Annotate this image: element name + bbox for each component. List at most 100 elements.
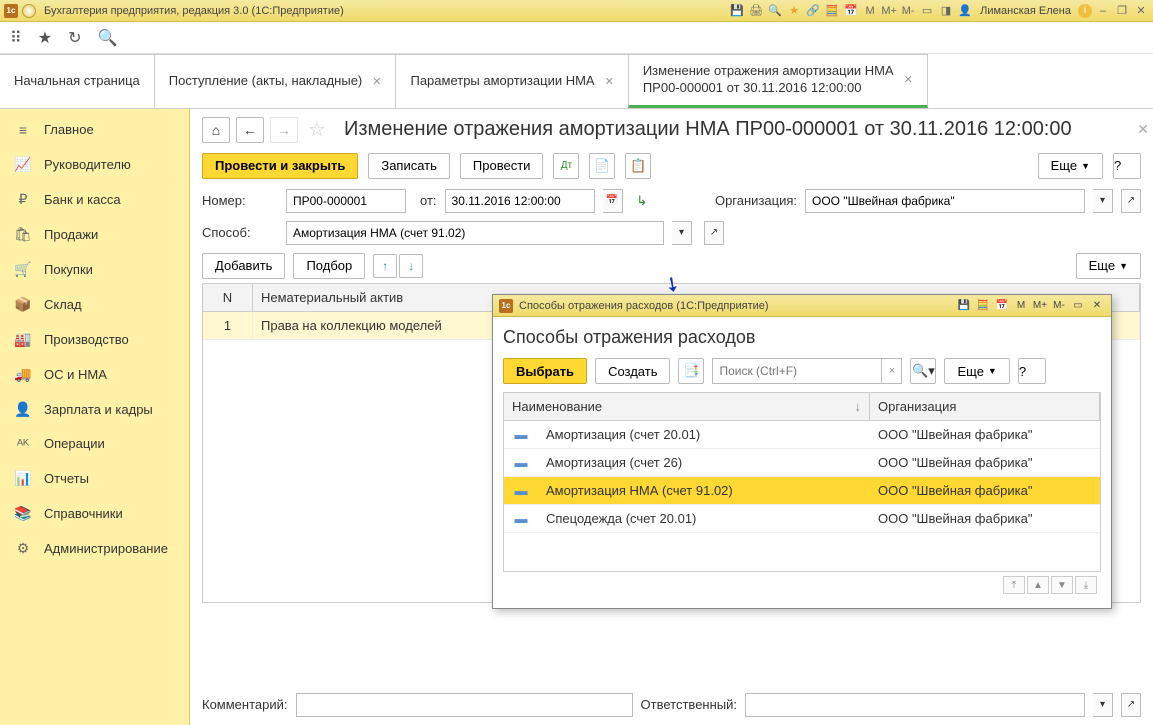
modal-help-button[interactable]: ?	[1018, 358, 1046, 384]
search-button-icon[interactable]: 🔍▾	[910, 358, 936, 384]
org-open-icon[interactable]: ↗	[1121, 189, 1141, 213]
number-input[interactable]	[286, 189, 406, 213]
create-button[interactable]: Создать	[595, 358, 670, 384]
nav-first-icon[interactable]: ⤒	[1003, 576, 1025, 594]
date-input[interactable]	[445, 189, 595, 213]
close-icon[interactable]: ✕	[372, 75, 381, 88]
sidebar-item-hr[interactable]: 👤Зарплата и кадры	[0, 392, 189, 427]
m-plus[interactable]: M+	[881, 3, 897, 19]
sidebar-item-bank[interactable]: ₽Банк и касса	[0, 182, 189, 217]
nav-down-icon[interactable]: ▼	[1051, 576, 1073, 594]
sidebar-item-main[interactable]: ≡Главное	[0, 113, 189, 147]
sidebar-item-sales[interactable]: 🛍Продажи	[0, 217, 189, 252]
search-icon[interactable]: 🔍	[767, 3, 783, 19]
add-button[interactable]: Добавить	[202, 253, 285, 279]
tab-receipts[interactable]: Поступление (акты, накладные) ✕	[154, 54, 397, 108]
col-number[interactable]: N	[203, 284, 253, 311]
org-input[interactable]	[805, 189, 1085, 213]
close-icon[interactable]: ✕	[605, 75, 614, 88]
list-item[interactable]: ▬ Амортизация НМА (счет 91.02) ООО "Швей…	[504, 477, 1100, 505]
sidebar-item-operations[interactable]: ᴬᴷОперации	[0, 427, 189, 461]
help-button[interactable]: ?	[1113, 153, 1141, 179]
debit-credit-icon[interactable]: Дт	[553, 153, 579, 179]
move-up-button[interactable]: ↑	[373, 254, 397, 278]
sidebar-item-catalogs[interactable]: 📚Справочники	[0, 496, 189, 531]
col-method-name[interactable]: Наименование↓	[504, 393, 870, 420]
print-icon[interactable]: 🖨	[748, 3, 764, 19]
sidebar-item-warehouse[interactable]: 📦Склад	[0, 287, 189, 322]
panel-icon[interactable]: ◨	[938, 3, 954, 19]
search-clear-icon[interactable]: ×	[882, 358, 902, 384]
sidebar-item-purchases[interactable]: 🛒Покупки	[0, 252, 189, 287]
favorite-star-icon[interactable]: ☆	[308, 117, 326, 142]
save-button[interactable]: Записать	[368, 153, 450, 179]
more-button[interactable]: Еще ▼	[1038, 153, 1103, 179]
list-item[interactable]: ▬ Амортизация (счет 20.01) ООО "Швейная …	[504, 421, 1100, 449]
nav-last-icon[interactable]: ⤓	[1075, 576, 1097, 594]
sidebar-item-assets[interactable]: 🚚ОС и НМА	[0, 357, 189, 392]
m-minus[interactable]: M-	[900, 3, 916, 19]
sidebar-item-reports[interactable]: 📊Отчеты	[0, 461, 189, 496]
copy-icon[interactable]: 📑	[678, 358, 704, 384]
modal-m[interactable]: M	[1013, 298, 1029, 314]
link-icon[interactable]: 🔗	[805, 3, 821, 19]
org-dropdown-icon[interactable]: ▾	[1093, 189, 1113, 213]
modal-m-minus[interactable]: M-	[1051, 298, 1067, 314]
window-close[interactable]: ✕	[1133, 3, 1149, 19]
calendar-picker-icon[interactable]: 📅	[603, 189, 623, 213]
responsible-dropdown-icon[interactable]: ▾	[1093, 693, 1113, 717]
titlebar-dropdown-icon[interactable]	[22, 4, 36, 18]
home-button[interactable]: ⌂	[202, 117, 230, 143]
method-open-icon[interactable]: ↗	[704, 221, 724, 245]
sidebar-item-production[interactable]: 🏭Производство	[0, 322, 189, 357]
m-clear[interactable]: M	[862, 3, 878, 19]
modal-close-icon[interactable]: ✕	[1089, 298, 1105, 314]
select-button[interactable]: Выбрать	[503, 358, 587, 384]
nav-up-icon[interactable]: ▲	[1027, 576, 1049, 594]
responsible-open-icon[interactable]: ↗	[1121, 693, 1141, 717]
col-method-org[interactable]: Организация	[870, 393, 1100, 420]
list-item[interactable]: ▬ Спецодежда (счет 20.01) ООО "Швейная ф…	[504, 505, 1100, 533]
sidebar-item-admin[interactable]: ⚙Администрирование	[0, 531, 189, 566]
layout-icon[interactable]: ▭	[919, 3, 935, 19]
modal-more-button[interactable]: Еще ▼	[944, 358, 1009, 384]
comment-input[interactable]	[296, 693, 633, 717]
responsible-input[interactable]	[745, 693, 1085, 717]
close-icon[interactable]: ✕	[904, 73, 913, 86]
window-minimize[interactable]: –	[1095, 3, 1111, 19]
tab-home[interactable]: Начальная страница	[0, 54, 155, 108]
move-down-button[interactable]: ↓	[399, 254, 423, 278]
calendar-icon[interactable]: 📅	[843, 3, 859, 19]
search-toolbar-icon[interactable]: 🔍	[97, 28, 117, 48]
tab-amort-change[interactable]: Изменение отражения амортизации НМА ПР00…	[628, 54, 928, 108]
calc-icon[interactable]: 🧮	[824, 3, 840, 19]
modal-calc-icon[interactable]: 🧮	[975, 298, 991, 314]
list-item[interactable]: ▬ Амортизация (счет 26) ООО "Швейная фаб…	[504, 449, 1100, 477]
method-input[interactable]	[286, 221, 664, 245]
method-dropdown-icon[interactable]: ▾	[672, 221, 692, 245]
star-icon[interactable]: ★	[38, 28, 52, 48]
window-restore[interactable]: ❐	[1114, 3, 1130, 19]
tab-amort-params[interactable]: Параметры амортизации НМА ✕	[395, 54, 628, 108]
grid-more-button[interactable]: Еще ▼	[1076, 253, 1141, 279]
modal-layout-icon[interactable]: ▭	[1070, 298, 1086, 314]
post-button[interactable]: Провести	[460, 153, 544, 179]
pick-button[interactable]: Подбор	[293, 253, 365, 279]
list-icon[interactable]: 📋	[625, 153, 651, 179]
back-button[interactable]: ←	[236, 117, 264, 143]
sidebar-item-manager[interactable]: 📈Руководителю	[0, 147, 189, 182]
modal-save-icon[interactable]: 💾	[956, 298, 972, 314]
modal-calendar-icon[interactable]: 📅	[994, 298, 1010, 314]
search-input[interactable]	[712, 358, 882, 384]
history-icon[interactable]: ↻	[68, 28, 81, 48]
modal-m-plus[interactable]: M+	[1032, 298, 1048, 314]
item-icon: ▬	[504, 421, 538, 448]
help-icon[interactable]: i	[1078, 4, 1092, 18]
apps-icon[interactable]: ⠿	[10, 28, 22, 48]
favorite-icon[interactable]: ★	[786, 3, 802, 19]
forward-button[interactable]: →	[270, 117, 298, 143]
save-icon[interactable]: 💾	[729, 3, 745, 19]
content-close-icon[interactable]: ✕	[1137, 121, 1149, 138]
post-and-close-button[interactable]: Провести и закрыть	[202, 153, 358, 179]
doc-icon[interactable]: 📄	[589, 153, 615, 179]
